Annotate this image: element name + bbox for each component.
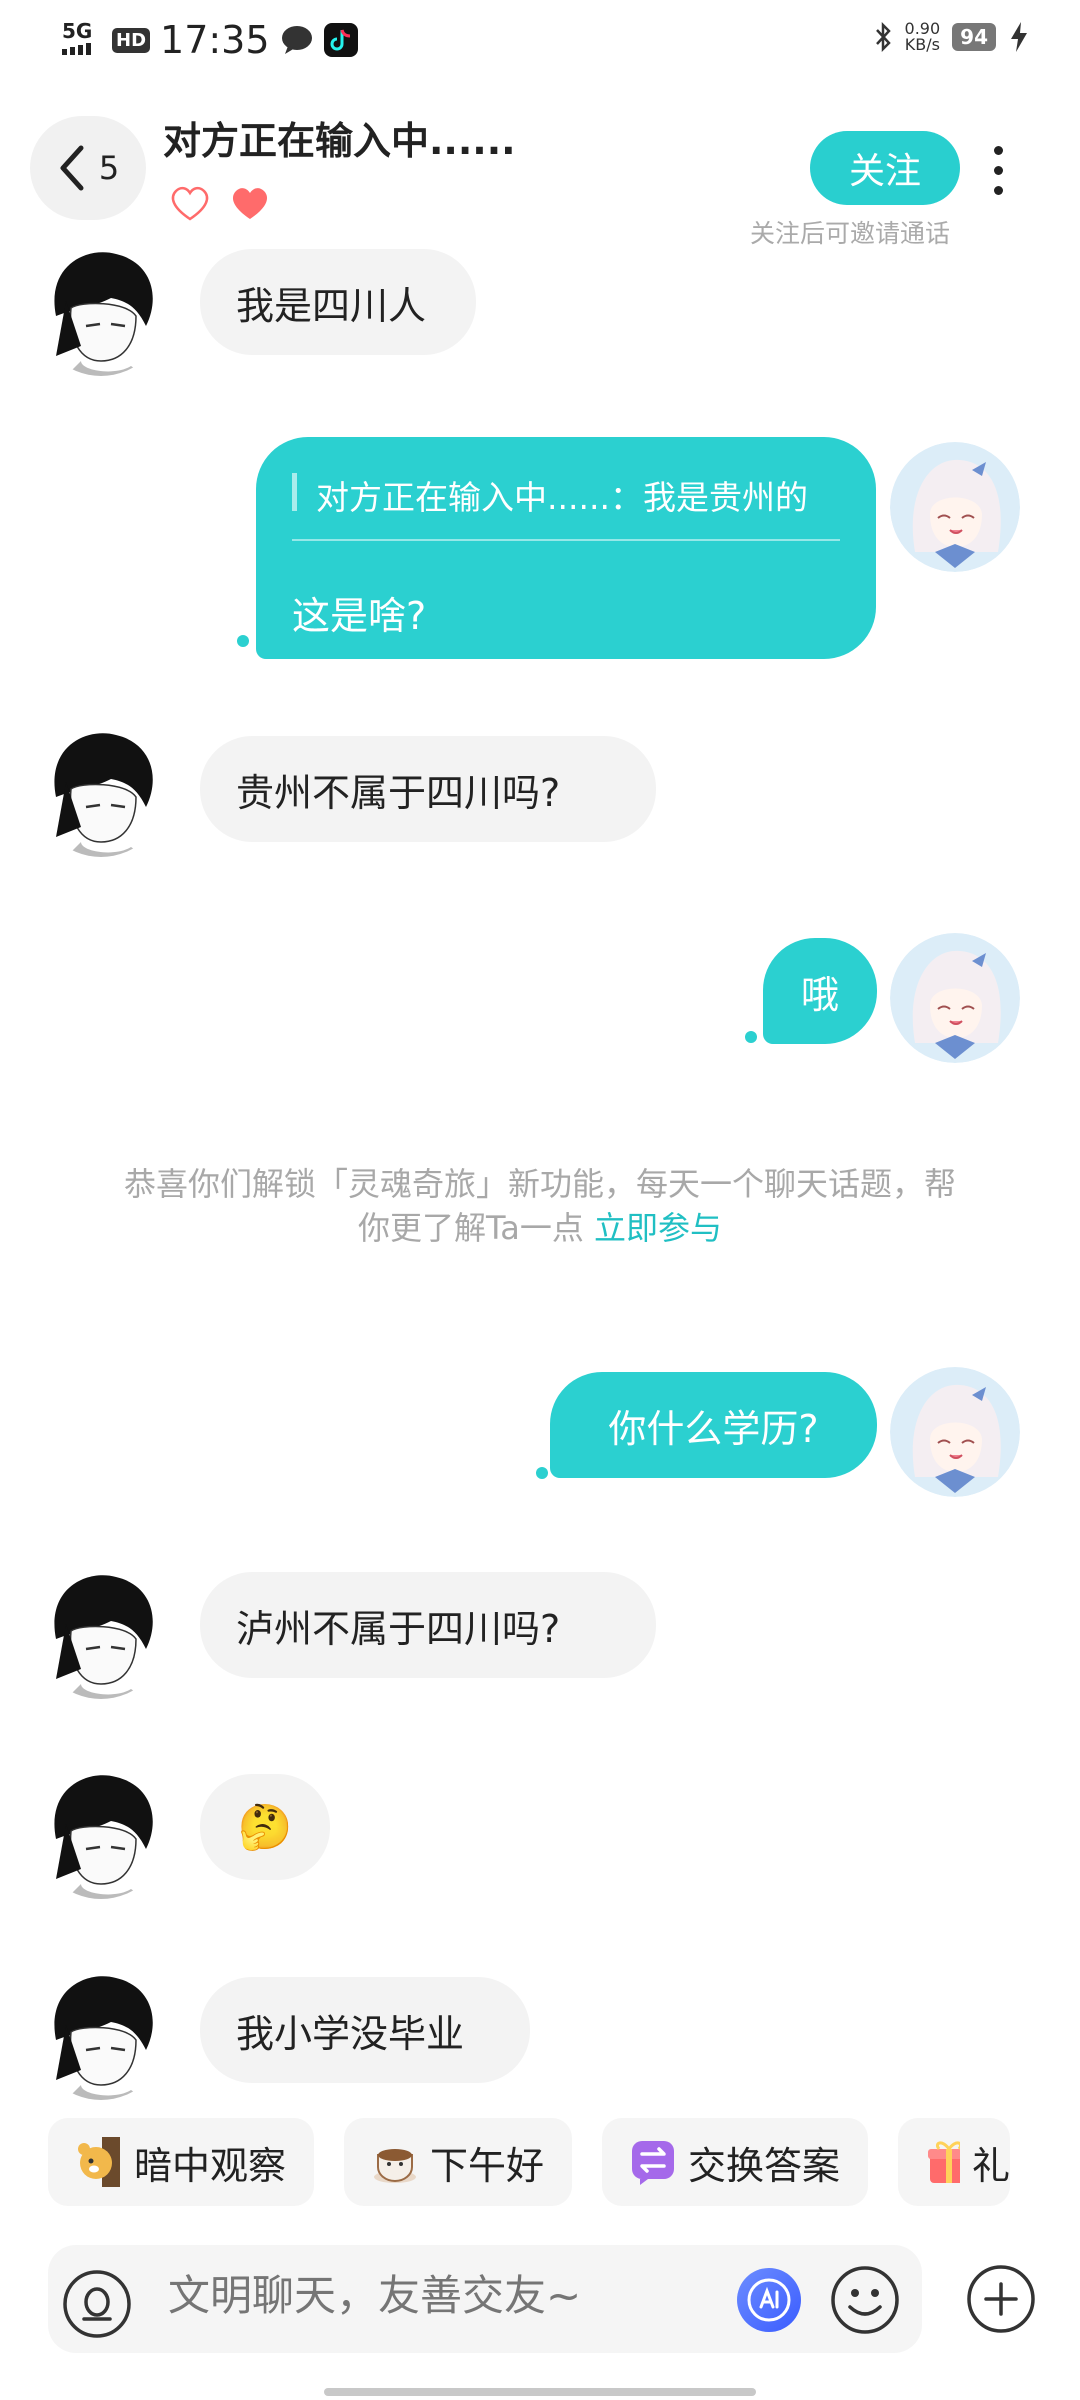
partner-avatar[interactable] <box>36 1769 166 1899</box>
unread-count: 5 <box>98 149 120 187</box>
bubble-tail-dot <box>745 1031 757 1043</box>
signal-indicator: 5G <box>62 18 102 59</box>
speed-unit: KB/s <box>904 35 940 54</box>
incoming-emoji-bubble[interactable]: 🤔 <box>200 1774 330 1880</box>
quote-divider <box>292 539 840 541</box>
signal-bars-icon <box>62 42 91 55</box>
follow-button[interactable]: 关注 <box>810 131 960 205</box>
exchange-icon <box>632 2141 675 2185</box>
thinking-emoji: 🤔 <box>237 1802 293 1853</box>
more-dot <box>994 146 1003 155</box>
tiktok-notification-icon <box>323 23 358 57</box>
chip-good-afternoon[interactable]: 下午好 <box>344 2118 573 2206</box>
system-notice-text: 恭喜你们解锁「灵魂奇旅」新功能，每天一个聊天话题，帮你更了解Ta一点 <box>123 1165 956 1247</box>
quote-indicator <box>292 473 297 511</box>
message-text: 我小学没毕业 <box>236 2011 465 2056</box>
message-text: 我是四川人 <box>236 283 427 328</box>
heart-outline-icon <box>171 186 209 221</box>
chip-exchange-answers[interactable]: 交换答案 <box>602 2118 869 2206</box>
chip-label: 暗中观察 <box>134 2143 287 2188</box>
more-options-button[interactable] <box>994 146 1010 206</box>
clock: 17:35 <box>160 18 270 62</box>
join-now-link[interactable]: 立即参与 <box>594 1209 722 1247</box>
my-avatar[interactable] <box>890 933 1020 1063</box>
more-dot <box>994 166 1003 175</box>
back-button[interactable]: 5 <box>30 116 146 220</box>
partner-avatar[interactable] <box>36 1569 166 1699</box>
my-avatar-image <box>890 442 1020 572</box>
add-attachment-icon[interactable] <box>966 2264 1036 2334</box>
chip-label: 交换答案 <box>688 2143 841 2188</box>
outgoing-message-bubble[interactable]: 哦 <box>763 938 877 1044</box>
ai-assistant-icon[interactable] <box>734 2265 804 2335</box>
message-notification-icon <box>281 26 312 54</box>
system-notice: 恭喜你们解锁「灵魂奇旅」新功能，每天一个聊天话题，帮你更了解Ta一点 立即参与 <box>110 1162 970 1250</box>
message-text: 这是啥? <box>292 594 427 638</box>
gift-icon <box>928 2141 961 2183</box>
message-text: 哦 <box>800 972 839 1017</box>
status-left: 5G HD 17:35 <box>62 18 358 62</box>
more-dot <box>994 186 1003 195</box>
heart-filled-icon <box>232 188 268 219</box>
hd-badge: HD <box>112 27 151 53</box>
intimacy-hearts[interactable] <box>168 183 272 223</box>
incoming-message-bubble[interactable]: 我小学没毕业 <box>200 1977 530 2083</box>
charging-icon <box>1011 22 1027 52</box>
emoji-icon[interactable] <box>830 2265 900 2335</box>
partner-avatar-image <box>36 727 166 857</box>
chip-secret-watch[interactable]: 暗中观察 <box>48 2118 315 2206</box>
partner-avatar-image <box>36 246 166 376</box>
partner-avatar[interactable] <box>36 1970 166 2100</box>
my-avatar-image <box>890 1367 1020 1497</box>
network-speed: 0.90 KB/s <box>905 21 941 53</box>
partner-avatar-image <box>36 1569 166 1699</box>
quoted-text: 对方正在输入中......：我是贵州的 <box>316 478 808 517</box>
follow-hint: 关注后可邀请通话 <box>750 219 951 248</box>
message-input-container <box>48 2245 922 2353</box>
message-text: 你什么学历? <box>608 1406 819 1451</box>
chat-title: 对方正在输入中...... <box>163 119 516 163</box>
chevron-left-icon <box>60 145 84 191</box>
chip-label: 下午好 <box>430 2143 545 2188</box>
chip-label: 礼 <box>972 2143 1011 2188</box>
mention-icon[interactable] <box>62 2269 132 2339</box>
incoming-message-bubble[interactable]: 我是四川人 <box>200 249 476 355</box>
message-input[interactable] <box>168 2271 708 2320</box>
message-text: 贵州不属于四川吗? <box>236 770 561 815</box>
my-avatar-image <box>890 933 1020 1063</box>
quick-topic-chips: 暗中观察 下午好 交换答案 礼 <box>48 2118 1011 2206</box>
incoming-message-bubble[interactable]: 泸州不属于四川吗? <box>200 1572 656 1678</box>
network-type: 5G <box>62 18 93 43</box>
status-right: 0.90 KB/s 94 <box>873 20 1030 54</box>
battery-level: 94 <box>952 23 996 51</box>
partner-avatar[interactable] <box>36 246 166 376</box>
partner-avatar-image <box>36 1970 166 2100</box>
chip-gift[interactable]: 礼 <box>898 2118 1011 2206</box>
partner-avatar-image <box>36 1769 166 1899</box>
peeking-bear-icon <box>78 2137 120 2187</box>
my-avatar[interactable] <box>890 442 1020 572</box>
bubble-tail-dot <box>536 1467 548 1479</box>
partner-avatar[interactable] <box>36 727 166 857</box>
coffee-cup-icon <box>374 2149 417 2183</box>
outgoing-quote-message-bubble[interactable]: 对方正在输入中......：我是贵州的 这是啥? <box>256 437 876 659</box>
outgoing-message-bubble[interactable]: 你什么学历? <box>550 1372 877 1478</box>
incoming-message-bubble[interactable]: 贵州不属于四川吗? <box>200 736 656 842</box>
bubble-tail-dot <box>237 635 249 647</box>
bluetooth-icon <box>875 21 891 53</box>
my-avatar[interactable] <box>890 1367 1020 1497</box>
message-text: 泸州不属于四川吗? <box>236 1606 561 1651</box>
status-bar: 5G HD 17:35 0.90 KB/s 94 <box>0 0 1080 84</box>
home-indicator[interactable] <box>324 2388 756 2396</box>
